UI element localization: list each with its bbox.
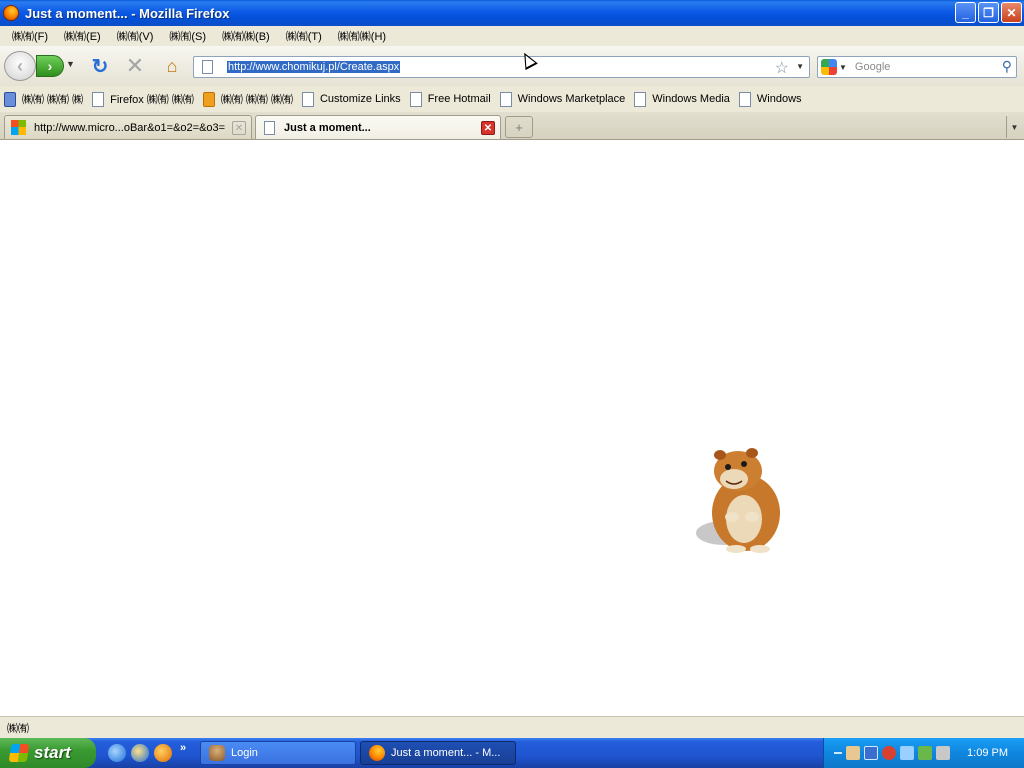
search-engine-dropdown-icon[interactable]: ▼: [839, 63, 847, 72]
maximize-button[interactable]: ❐: [978, 2, 999, 23]
window-controls: _ ❐ ✕: [955, 2, 1022, 23]
url-bar[interactable]: http://www.chomikuj.pl/Create.aspx ☆ ▼: [193, 56, 810, 78]
page-content: [0, 141, 1024, 716]
start-label: start: [34, 743, 71, 762]
window-title: Just a moment... - Mozilla Firefox: [25, 5, 230, 21]
bookmark-label: ㈱㈲ ㈱㈲ ㈱㈲: [220, 94, 293, 106]
bookmark-label: ㈱㈲ ㈱㈲ ㈱: [22, 94, 84, 106]
microsoft-icon: [11, 120, 26, 135]
bookmark-label: Windows: [756, 93, 802, 105]
task-label: Login: [231, 747, 258, 759]
menu-view[interactable]: ㈱㈲(V): [113, 28, 158, 44]
back-button[interactable]: ‹: [4, 51, 36, 81]
url-dropdown-icon[interactable]: ▼: [796, 62, 804, 71]
bookmark-item[interactable]: Windows: [738, 91, 802, 107]
internet-explorer-icon[interactable]: [108, 744, 126, 762]
tab-close-icon[interactable]: ✕: [481, 121, 495, 135]
tab-close-icon[interactable]: ✕: [232, 121, 246, 135]
start-button[interactable]: start: [0, 738, 96, 768]
tray-update-icon[interactable]: [918, 746, 932, 760]
page-icon: [92, 91, 105, 107]
bookmark-label: Customize Links: [319, 93, 401, 105]
page-icon: [264, 120, 275, 135]
bookmark-item[interactable]: Firefox ㈱㈲ ㈱㈲: [92, 91, 194, 107]
navigation-toolbar: ‹ › ▼ ↻ ✕ ⌂ http://www.chomikuj.pl/Creat…: [0, 46, 1024, 86]
taskbar-item-login[interactable]: Login: [200, 741, 356, 765]
login-app-icon: [209, 745, 225, 761]
page-icon: [634, 91, 647, 107]
menu-history[interactable]: ㈱㈲(S): [165, 28, 210, 44]
page-icon: [202, 60, 213, 74]
search-bar[interactable]: ▼ Google ⚲: [817, 56, 1017, 78]
history-dropdown-icon[interactable]: ▼: [66, 59, 75, 69]
url-text[interactable]: http://www.chomikuj.pl/Create.aspx: [227, 61, 401, 73]
quick-launch-browser-icon[interactable]: [131, 744, 149, 762]
status-text: ㈱㈲: [7, 722, 29, 735]
search-icon[interactable]: ⚲: [1002, 58, 1012, 75]
bookmark-item[interactable]: Customize Links: [301, 91, 401, 107]
google-icon[interactable]: [821, 59, 837, 75]
page-icon: [301, 91, 314, 107]
tray-app-icon[interactable]: [846, 746, 860, 760]
tray-network-icon[interactable]: [864, 746, 878, 760]
tab-label: Just a moment...: [284, 121, 371, 134]
menu-tools[interactable]: ㈱㈲(T): [282, 28, 326, 44]
reload-button[interactable]: ↻: [89, 55, 111, 78]
firefox-icon: [369, 745, 385, 761]
tray-arrow-icon[interactable]: [834, 752, 842, 754]
page-icon: [499, 91, 512, 107]
tray-security-icon[interactable]: [882, 746, 896, 760]
minimize-button[interactable]: _: [955, 2, 976, 23]
windows-logo-icon: [8, 744, 30, 762]
tab-label: http://www.micro...oBar&o1=&o2=&o3=: [34, 121, 226, 134]
close-button[interactable]: ✕: [1001, 2, 1022, 23]
bookmark-label: Windows Marketplace: [517, 93, 626, 105]
menu-bookmarks[interactable]: ㈱㈲㈱(B): [218, 28, 274, 44]
quick-launch-more-icon[interactable]: »: [180, 742, 186, 754]
bookmark-item[interactable]: Windows Marketplace: [499, 91, 626, 107]
bookmark-label: Windows Media: [652, 93, 730, 105]
page-icon: [409, 91, 422, 107]
search-input[interactable]: Google: [855, 61, 890, 73]
tab-list-dropdown-icon[interactable]: ▼: [1006, 116, 1022, 138]
tab-just-a-moment[interactable]: Just a moment... ✕: [255, 115, 501, 139]
bookmark-label: Free Hotmail: [427, 93, 491, 105]
bookmark-star-icon[interactable]: ☆: [775, 58, 789, 78]
hamster-image: [696, 448, 780, 553]
clock[interactable]: 1:09 PM: [967, 747, 1008, 759]
menu-help[interactable]: ㈱㈲㈱(H): [334, 28, 390, 44]
bookmark-blue-icon: [4, 91, 16, 107]
tray-connection-icon[interactable]: [900, 746, 914, 760]
task-label: Just a moment... - M...: [391, 747, 501, 759]
taskbar-item-firefox[interactable]: Just a moment... - M...: [360, 741, 516, 765]
bookmark-label: Firefox ㈱㈲ ㈱㈲: [110, 94, 194, 106]
system-tray: 1:09 PM: [823, 738, 1024, 768]
page-icon: [738, 91, 751, 107]
bookmark-item[interactable]: ㈱㈲ ㈱㈲ ㈱㈲: [202, 91, 293, 107]
window-title-bar[interactable]: Just a moment... - Mozilla Firefox _ ❐ ✕: [0, 0, 1024, 26]
menu-file[interactable]: ㈱㈲(F): [8, 28, 52, 44]
windows-taskbar: start » Login Just a moment... - M... 1:…: [0, 738, 1024, 768]
status-bar: ㈱㈲: [0, 716, 1024, 738]
media-player-icon[interactable]: [154, 744, 172, 762]
rss-icon: [202, 91, 215, 107]
bookmark-item[interactable]: Free Hotmail: [409, 91, 491, 107]
menu-edit[interactable]: ㈱㈲(E): [60, 28, 105, 44]
bookmark-item[interactable]: ㈱㈲ ㈱㈲ ㈱: [4, 91, 83, 107]
new-tab-button[interactable]: +: [505, 116, 533, 138]
stop-button[interactable]: ✕: [124, 53, 146, 78]
menu-bar: ㈱㈲(F) ㈱㈲(E) ㈱㈲(V) ㈱㈲(S) ㈱㈲㈱(B) ㈱㈲(T) ㈱㈲㈱…: [0, 26, 1024, 46]
bookmarks-toolbar: ㈱㈲ ㈱㈲ ㈱ Firefox ㈱㈲ ㈱㈲ ㈱㈲ ㈱㈲ ㈱㈲ Customize…: [0, 86, 1024, 112]
firefox-icon: [3, 5, 19, 21]
bookmark-item[interactable]: Windows Media: [634, 91, 730, 107]
forward-button[interactable]: ›: [36, 55, 64, 77]
home-button[interactable]: ⌂: [161, 55, 183, 77]
tray-volume-icon[interactable]: [936, 746, 950, 760]
tab-microsoft[interactable]: http://www.micro...oBar&o1=&o2=&o3= ✕: [4, 115, 252, 139]
tab-bar: http://www.micro...oBar&o1=&o2=&o3= ✕ Ju…: [0, 112, 1024, 140]
